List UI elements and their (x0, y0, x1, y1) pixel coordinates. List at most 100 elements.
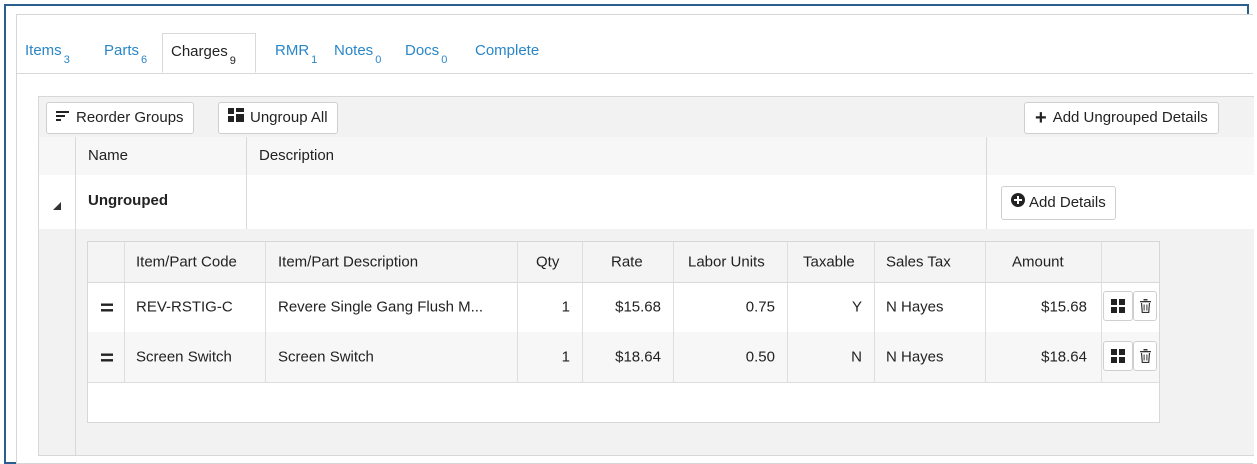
grid-icon (1111, 299, 1125, 313)
tab-label: Complete (475, 42, 540, 59)
plus-icon: + (1035, 107, 1047, 130)
sales-tax-header-label: Sales Tax (886, 253, 951, 271)
group-row-button[interactable] (1103, 291, 1133, 321)
taxable-value: Y (851, 298, 862, 316)
tab-items[interactable]: Items3 (25, 33, 70, 73)
taxable-header-label: Taxable (803, 253, 855, 271)
grid-icon (1111, 349, 1125, 363)
add-details-button[interactable]: Add Details (1001, 186, 1116, 220)
part-description-header-label: Item/Part Description (278, 253, 419, 271)
tab-label: RMR (275, 42, 310, 59)
tab-docs[interactable]: Docs0 (405, 33, 447, 73)
part-description: Screen Switch (278, 348, 374, 366)
rate-column-header: Rate (583, 242, 674, 282)
qty-cell: 1 (518, 332, 583, 382)
part-description-cell: Screen Switch (266, 332, 518, 382)
drag-handle-cell[interactable] (88, 332, 125, 382)
qty-value: 1 (561, 348, 570, 366)
amount-column-header: Amount (986, 242, 1102, 282)
tab-label: Items (25, 42, 62, 59)
grid-icon (228, 103, 244, 133)
add-details-label: Add Details (1029, 194, 1106, 211)
part-description-cell: Revere Single Gang Flush M... (266, 282, 518, 332)
name-column-header: Name (76, 137, 247, 175)
qty-value: 1 (561, 298, 570, 316)
trash-icon (1140, 349, 1151, 363)
table-row: Screen Switch Screen Switch 1 $18.64 0.5… (88, 332, 1159, 383)
tab-count: 9 (229, 55, 236, 67)
expand-column-header (39, 137, 76, 175)
tab-count: 0 (375, 54, 382, 66)
amount-cell: $18.64 (986, 332, 1102, 382)
collapse-triangle-icon[interactable] (53, 197, 61, 213)
qty-cell: 1 (518, 282, 583, 332)
rate-value: $15.68 (615, 298, 661, 316)
toolbar: Reorder Groups Ungroup All + Add Ungroupe… (39, 97, 1254, 138)
rate-cell: $18.64 (583, 332, 674, 382)
qty-header-label: Qty (536, 253, 560, 271)
plus-circle-icon (1011, 187, 1025, 219)
tab-count: 0 (441, 54, 448, 66)
charges-card: Reorder Groups Ungroup All + Add Ungroupe… (38, 96, 1254, 456)
code-column-header: Item/Part Code (125, 242, 266, 282)
labor-units-cell: 0.50 (674, 332, 788, 382)
code-cell: REV-RSTIG-C (125, 282, 266, 332)
amount-value: $18.64 (1041, 348, 1087, 366)
drag-handle-cell[interactable] (88, 282, 125, 332)
name-header-label: Name (88, 147, 129, 164)
amount-header-label: Amount (1012, 253, 1064, 271)
tab-notes[interactable]: Notes0 (334, 33, 381, 73)
group-table-header: Name Description (39, 137, 1254, 176)
tab-count: 6 (141, 54, 148, 66)
tab-label: Charges (171, 43, 228, 60)
group-name: Ungrouped (88, 192, 168, 209)
labor-units-value: 0.50 (745, 348, 775, 366)
sales-tax-column-header: Sales Tax (875, 242, 986, 282)
rate-header-label: Rate (611, 253, 643, 271)
delete-row-button[interactable] (1133, 291, 1157, 321)
add-ungrouped-details-label: Add Ungrouped Details (1052, 109, 1208, 126)
description-column-header: Description (247, 137, 987, 175)
tab-complete[interactable]: Complete (475, 33, 539, 73)
group-name-cell: Ungrouped (76, 175, 247, 229)
rate-value: $18.64 (615, 348, 661, 366)
tab-bar: Items3 Parts6 Charges9 RMR1 Notes0 Docs0… (17, 33, 1253, 74)
delete-row-button[interactable] (1133, 341, 1157, 371)
table-row: REV-RSTIG-C Revere Single Gang Flush M..… (88, 282, 1159, 333)
tab-parts[interactable]: Parts6 (104, 33, 147, 73)
code-header-label: Item/Part Code (136, 253, 237, 271)
drag-handle-icon[interactable] (101, 300, 113, 315)
group-row-button[interactable] (1103, 341, 1133, 371)
tab-count: 1 (311, 54, 318, 66)
labor-units-column-header: Labor Units (674, 242, 788, 282)
tab-count: 3 (63, 54, 70, 66)
amount-cell: $15.68 (986, 282, 1102, 332)
trash-icon (1140, 299, 1151, 313)
taxable-cell: Y (788, 282, 875, 332)
reorder-groups-button[interactable]: Reorder Groups (46, 102, 194, 134)
ungroup-all-button[interactable]: Ungroup All (218, 102, 338, 134)
qty-column-header: Qty (518, 242, 583, 282)
add-ungrouped-details-button[interactable]: + Add Ungrouped Details (1024, 102, 1219, 134)
sales-tax-cell: N Hayes (875, 282, 986, 332)
sort-lines-icon (56, 103, 70, 133)
drag-column-header (88, 242, 125, 282)
tab-charges[interactable]: Charges9 (162, 33, 256, 73)
details-gutter (39, 229, 76, 455)
labor-units-value: 0.75 (745, 298, 775, 316)
tab-rmr[interactable]: RMR1 (275, 33, 317, 73)
part-code: Screen Switch (136, 348, 232, 366)
amount-value: $15.68 (1041, 298, 1087, 316)
part-code: REV-RSTIG-C (136, 298, 233, 316)
tab-label: Parts (104, 42, 140, 59)
labor-units-cell: 0.75 (674, 282, 788, 332)
details-table: Item/Part Code Item/Part Description Qty… (87, 241, 1160, 423)
actions-column-header (1102, 242, 1159, 282)
details-table-header: Item/Part Code Item/Part Description Qty… (88, 242, 1159, 283)
tab-label: Notes (334, 42, 374, 59)
drag-handle-icon[interactable] (101, 350, 113, 365)
group-details-area: Item/Part Code Item/Part Description Qty… (39, 229, 1254, 455)
actions-cell (1102, 282, 1159, 332)
taxable-column-header: Taxable (788, 242, 875, 282)
reorder-groups-label: Reorder Groups (76, 109, 184, 126)
